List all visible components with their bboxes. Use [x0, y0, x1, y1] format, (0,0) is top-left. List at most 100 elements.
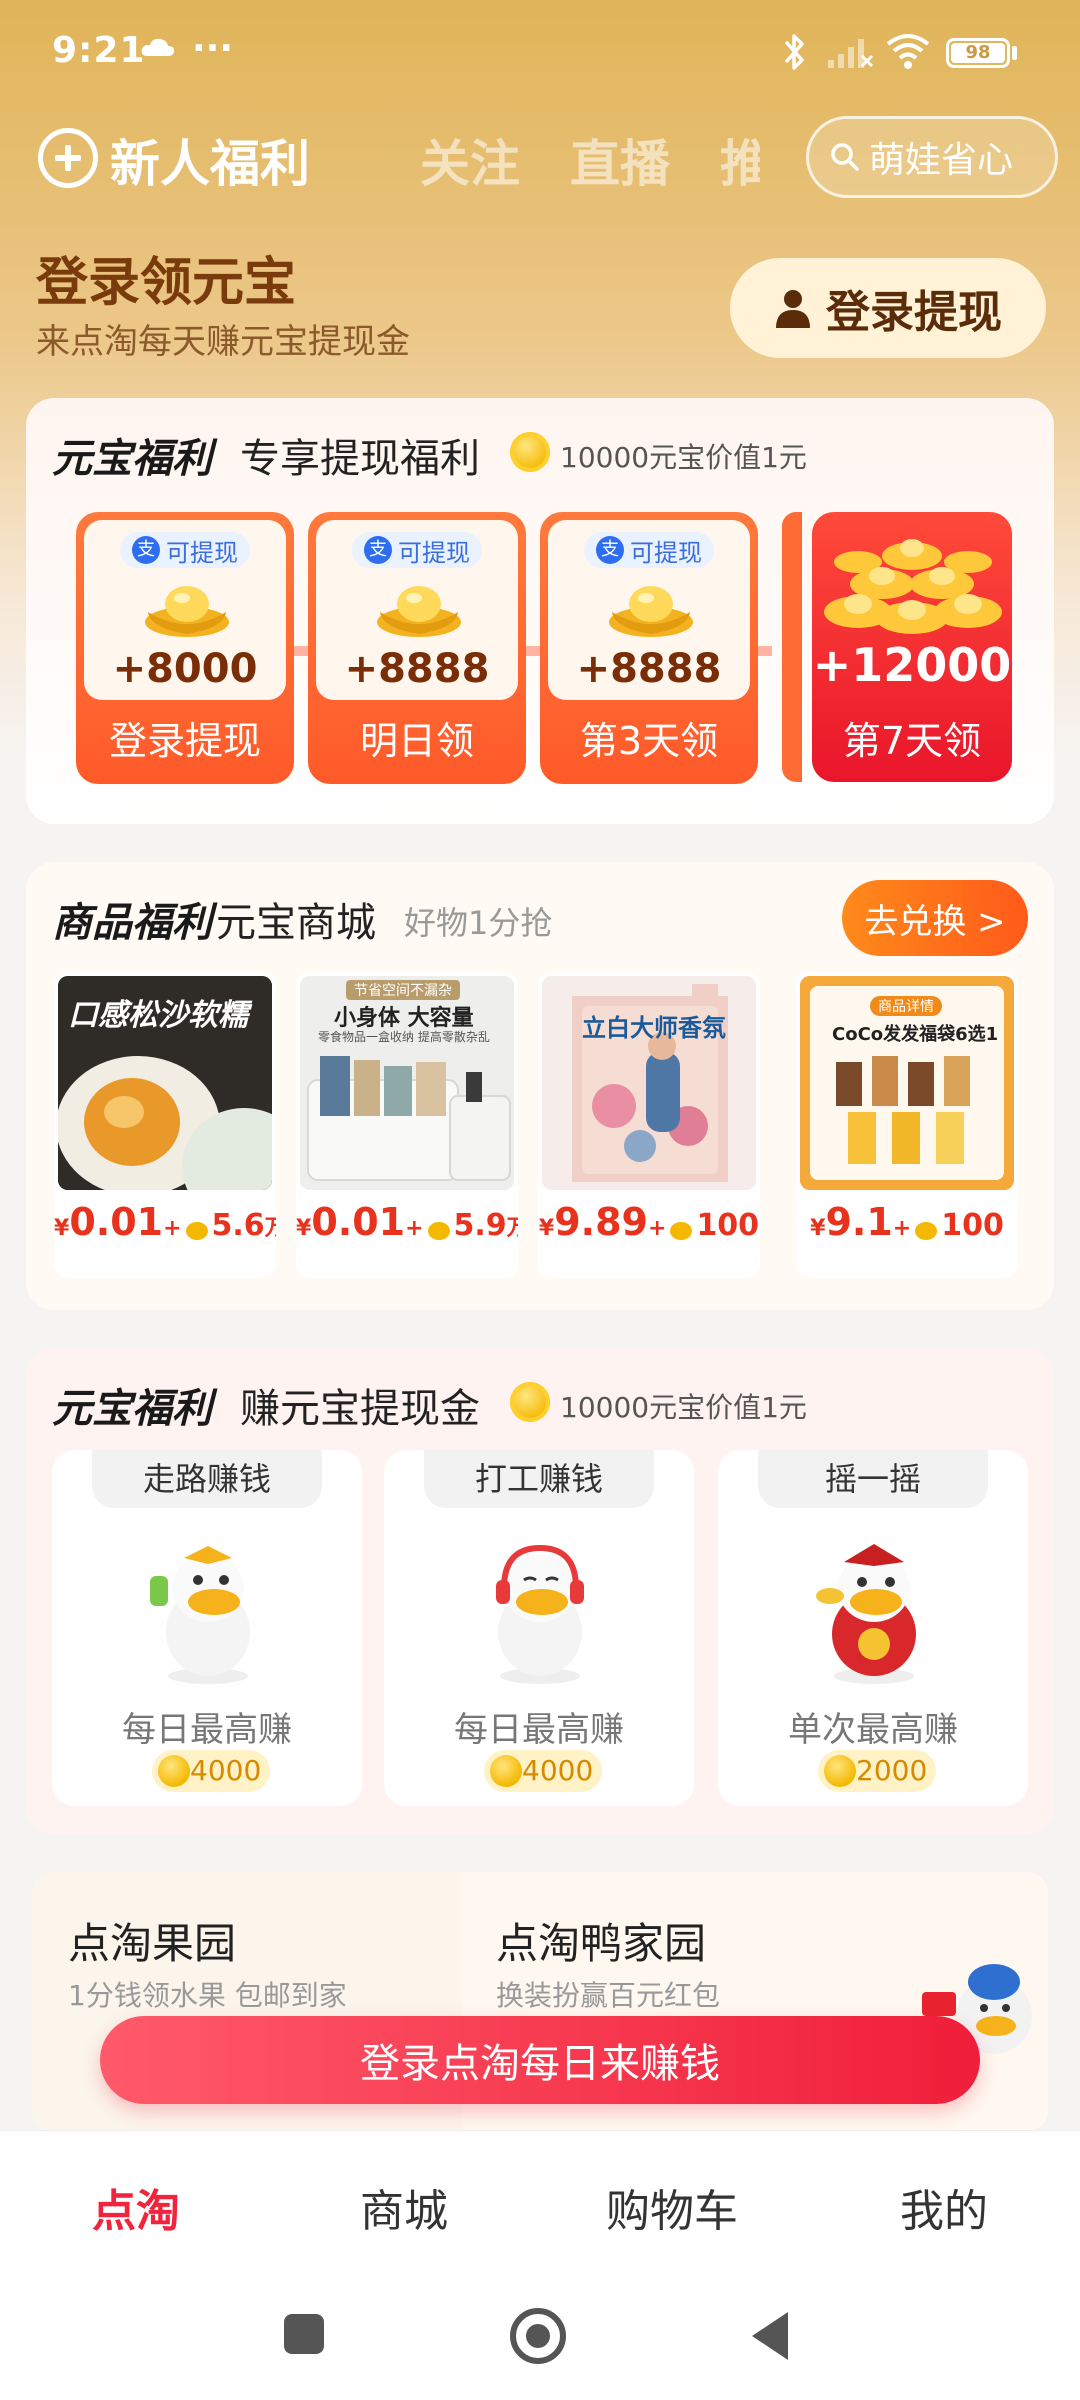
product-image-text: 口感松沙软糯 [68, 998, 248, 1033]
recents-icon[interactable] [284, 2314, 324, 2354]
task-work[interactable]: 打工赚钱 每日最高赚 4000 [384, 1450, 694, 1806]
task-tab: 打工赚钱 [424, 1450, 654, 1508]
search-box[interactable]: 萌娃省心 [806, 116, 1058, 198]
withdraw-amount: +8888 [576, 646, 722, 692]
withdraw-tile-label: 明日领 [359, 719, 474, 763]
tab-recommend[interactable]: 推 [720, 124, 760, 196]
coin-icon [510, 1382, 550, 1422]
coin-icon [670, 1221, 693, 1240]
alipay-icon: 支 [596, 536, 624, 564]
task-tab: 走路赚钱 [92, 1450, 322, 1508]
product-image-coco-drinks: 商品详情 CoCo发发福袋6选1 [800, 976, 1014, 1190]
alipay-icon: 支 [132, 536, 160, 564]
withdraw-tile-inner: 支可提现 +8888 [548, 520, 750, 700]
battery-icon: 98 [946, 38, 1010, 68]
exchange-button[interactable]: 去兑换 > [842, 880, 1028, 956]
search-text: 萌娃省心 [869, 140, 1014, 181]
product-card[interactable]: 立白大师香氛 ¥9.89+ 100 [538, 972, 760, 1278]
product-image-tag: 商品详情 [870, 996, 942, 1016]
withdraw-card-subtitle: 专享提现福利 [240, 436, 480, 482]
coin-icon [510, 432, 550, 472]
login-earn-cta-button[interactable]: 登录点淘每日来赚钱 [100, 2016, 980, 2104]
battery-tip [1012, 46, 1017, 60]
nav-me[interactable]: 我的 [900, 2175, 988, 2239]
nav-diantao[interactable]: 点淘 [92, 2175, 180, 2239]
signal-icon [828, 39, 874, 68]
withdrawable-badge: 支可提现 [352, 532, 482, 568]
wifi-icon [886, 34, 930, 69]
task-label: 每日最高赚 [122, 1710, 292, 1750]
status-bar: 9:21 ··· 98 [0, 0, 1080, 108]
product-card[interactable]: 口感松沙软糯 ¥0.01+ 5.6万 [54, 972, 276, 1278]
mall-card-title: 商品福利 [52, 900, 212, 946]
withdraw-tile[interactable]: 支可提现 +8000 登录提现 [76, 512, 294, 784]
product-image-detergent: 立白大师香氛 [542, 976, 756, 1190]
home-icon[interactable] [510, 2308, 566, 2364]
tile-connector [526, 646, 540, 656]
orchard-title: 点淘果园 [68, 1919, 237, 1968]
withdraw-card-title: 元宝福利 [52, 436, 212, 482]
withdraw-card-note: 10000元宝价值1元 [560, 441, 807, 474]
withdraw-amount: +8888 [344, 646, 490, 692]
product-price: ¥0.01+ 5.9万 [296, 1200, 518, 1244]
product-image-salted-egg: 口感松沙软糯 [58, 976, 272, 1190]
task-coin-pill: 4000 [484, 1750, 602, 1792]
product-image-text: CoCo发发福袋6选1 [832, 1024, 999, 1045]
coin-icon [490, 1755, 522, 1787]
nav-mall[interactable]: 商城 [360, 2175, 448, 2239]
withdraw-tile-label: 登录提现 [108, 719, 261, 763]
gold-ingot-icon [377, 586, 461, 637]
product-image-text: 立白大师香氛 [582, 1014, 726, 1042]
product-card[interactable]: 商品详情 CoCo发发福袋6选1 ¥9.1+ 100 [796, 972, 1018, 1278]
gold-ingot-icon [145, 586, 229, 637]
withdraw-tile-inner: 支可提现 +8000 [84, 520, 286, 700]
task-walk[interactable]: 走路赚钱 每日最高赚 4000 [52, 1450, 362, 1806]
tab-new-user-benefits[interactable]: 新人福利 [110, 124, 310, 196]
withdrawable-badge: 支可提现 [120, 532, 250, 568]
day7-label: 第7天领 [842, 719, 982, 763]
mall-card: 商品福利 元宝商城 好物1分抢 去兑换 > 口感松沙软糯 ¥0.01+5.6万 [26, 862, 1054, 1310]
product-price: ¥0.01+ 5.6万 [54, 1200, 276, 1244]
login-title: 登录领元宝 [36, 253, 297, 313]
tile-connector [758, 646, 772, 656]
coin-icon [427, 1221, 450, 1240]
day7-amount: +12000 [812, 638, 1012, 692]
bluetooth-icon [784, 34, 804, 70]
withdraw-benefits-card: 元宝福利 专享提现福利 10000元宝价值1元 支可提现 +8000 登录提现 … [26, 398, 1054, 824]
gold-ingot-icon [609, 586, 693, 637]
product-image-storage-box: 节省空间不漏杂 小身体 大容量 零食物品一盒收纳 提高零散杂乱 [300, 976, 514, 1190]
bottom-navigation: 点淘 商城 购物车 我的 [0, 2130, 1080, 2280]
earn-card-note: 10000元宝价值1元 [560, 1391, 807, 1424]
battery-level: 98 [951, 43, 1005, 63]
hidden-tile-edge [782, 512, 802, 782]
product-card[interactable]: 节省空间不漏杂 小身体 大容量 零食物品一盒收纳 提高零散杂乱 ¥0.01+ 5.… [296, 972, 518, 1278]
back-icon[interactable] [752, 2312, 788, 2360]
tile-connector [294, 646, 308, 656]
withdraw-tile[interactable]: 支可提现 +8888 第3天领 [540, 512, 758, 784]
duck-headphones-icon [496, 1544, 584, 1684]
product-image-subtext: 零食物品一盒收纳 提高零散杂乱 [318, 1030, 490, 1044]
task-shake[interactable]: 摇一摇 单次最高赚 2000 [718, 1450, 1028, 1806]
duck-home-title: 点淘鸭家园 [496, 1919, 707, 1968]
task-label: 单次最高赚 [788, 1710, 958, 1750]
gold-ingot-pile-icon [824, 539, 1002, 634]
login-withdraw-button[interactable]: 登录提现 [730, 258, 1046, 358]
coin-icon [185, 1221, 208, 1240]
add-button[interactable] [38, 128, 98, 188]
login-subtitle: 来点淘每天赚元宝提现金 [36, 322, 410, 362]
duck-home-subtitle: 换装扮赢百元红包 [496, 1979, 721, 2012]
tab-live[interactable]: 直播 [570, 124, 670, 196]
tab-follow[interactable]: 关注 [420, 124, 520, 196]
orchard-subtitle: 1分钱领水果 包邮到家 [68, 1979, 347, 2012]
product-price: ¥9.89+ 100 [538, 1200, 760, 1244]
task-tab: 摇一摇 [758, 1450, 988, 1508]
search-icon [831, 143, 859, 171]
withdraw-tile[interactable]: 支可提现 +8888 明日领 [308, 512, 526, 784]
nav-cart[interactable]: 购物车 [606, 2175, 738, 2239]
duck-mascot-icon [150, 1546, 250, 1684]
withdrawable-badge: 支可提现 [584, 532, 714, 568]
system-navigation-bar [0, 2280, 1080, 2400]
day7-reward-tile[interactable]: +12000 第7天领 [812, 512, 1012, 782]
duck-fortune-icon [816, 1544, 916, 1684]
coin-icon [915, 1221, 938, 1240]
